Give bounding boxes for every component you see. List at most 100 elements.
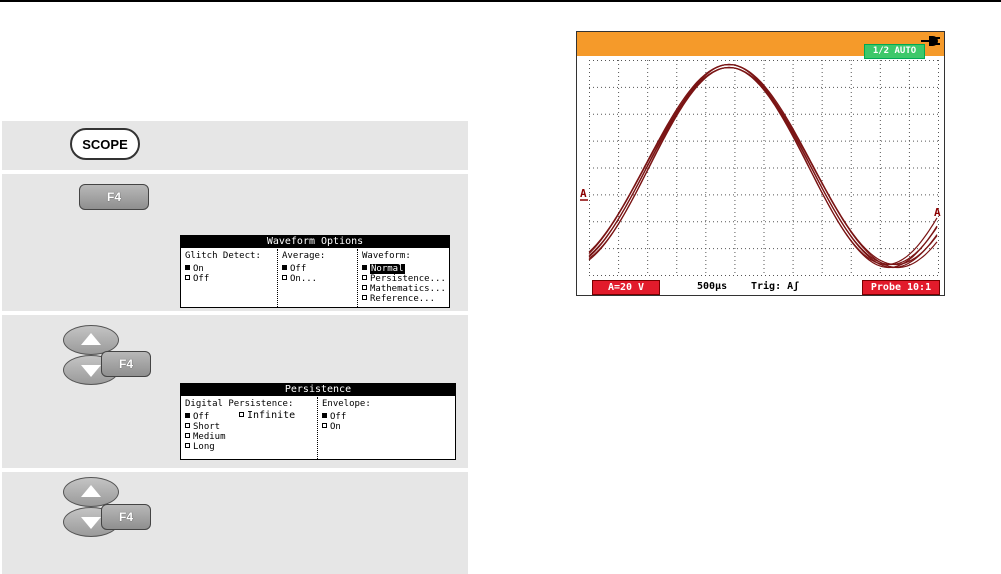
persistence-off-option[interactable]: Off [185, 412, 209, 422]
grid-dot [763, 212, 765, 213]
f4-button[interactable]: F4 [101, 504, 151, 530]
persistence-long-option[interactable]: Long [185, 442, 215, 452]
waveform-trace [588, 63, 938, 266]
envelope-off-option[interactable]: Off [322, 412, 451, 422]
grid-dot [676, 136, 678, 137]
grid-dot [618, 156, 620, 157]
grid-dot [777, 167, 778, 169]
grid-dot [821, 152, 823, 153]
grid-dot [734, 176, 736, 177]
grid-dot [792, 120, 794, 121]
grid-dot [908, 124, 910, 125]
grid-dot [645, 275, 646, 276]
grid-dot [705, 120, 707, 121]
persistence-infinite-option[interactable]: Infinite [239, 411, 295, 421]
grid-dot [689, 248, 690, 250]
top-rule [0, 0, 1001, 2]
average-off-option[interactable]: Off [282, 264, 353, 274]
grid-dot [734, 112, 736, 113]
unselected-marker-icon [185, 423, 190, 428]
grid-dot [589, 96, 590, 97]
waveform-persistence-option[interactable]: Persistence... [362, 274, 446, 284]
grid-dot [933, 248, 934, 250]
grid-dot [665, 140, 666, 142]
grid-dot [789, 60, 790, 61]
grid-dot [757, 140, 758, 142]
grid-dot [821, 260, 823, 261]
grid-dot [589, 196, 590, 197]
grid-dot [821, 180, 823, 181]
grid-dot [938, 116, 939, 117]
grid-dot [705, 144, 707, 145]
grid-dot [729, 140, 730, 142]
grid-dot [689, 221, 690, 223]
grid-dot [821, 72, 823, 73]
grid-dot [929, 86, 930, 88]
grid-dot [676, 172, 678, 173]
grid-dot [773, 248, 774, 250]
grid-dot [734, 84, 736, 85]
grid-dot [689, 275, 690, 276]
grid-dot [861, 86, 862, 88]
grid-dot [879, 176, 881, 177]
grid-dot [676, 68, 678, 69]
grid-dot [633, 248, 634, 250]
grid-dot [850, 128, 852, 129]
grid-dot [669, 221, 670, 223]
f4-button[interactable]: F4 [79, 184, 149, 210]
grid-dot [693, 140, 694, 142]
grid-dot [649, 275, 650, 276]
average-on-option[interactable]: On... [282, 274, 353, 284]
grid-dot [717, 86, 718, 88]
envelope-on-option[interactable]: On [322, 422, 451, 432]
grid-dot [841, 194, 842, 196]
up-arrow-button[interactable] [63, 477, 119, 507]
persistence-menu: Persistence Digital Persistence: Off Sho… [180, 383, 456, 460]
grid-dot [733, 167, 734, 169]
grid-dot [850, 72, 852, 73]
scope-button[interactable]: SCOPE [70, 128, 140, 160]
persistence-medium-option[interactable]: Medium [185, 432, 226, 442]
waveform-mathematics-option[interactable]: Mathematics... [362, 284, 446, 294]
grid-dot [589, 108, 590, 109]
grid-dot [763, 68, 765, 69]
waveform-normal-option[interactable]: Normal [362, 264, 445, 274]
grid-dot [647, 68, 649, 69]
grid-dot [908, 236, 910, 237]
grid-dot [681, 275, 682, 276]
grid-dot [821, 236, 823, 237]
grid-dot [693, 60, 694, 61]
step-4-row: F4 [2, 472, 468, 574]
grid-dot [792, 252, 794, 253]
grid-dot [677, 221, 678, 223]
grid-dot [905, 194, 906, 196]
grid-dot [837, 113, 838, 115]
grid-dot [801, 221, 802, 223]
grid-dot [792, 72, 794, 73]
grid-dot [609, 167, 610, 169]
grid-dot [850, 212, 852, 213]
grid-dot [869, 140, 870, 142]
grid-dot [734, 80, 736, 81]
grid-dot [850, 156, 852, 157]
grid-dot [879, 72, 881, 73]
grid-dot [913, 248, 914, 250]
grid-dot [938, 268, 939, 269]
persistence-short-option[interactable]: Short [185, 422, 220, 432]
grid-dot [741, 275, 742, 276]
waveform-reference-option[interactable]: Reference... [362, 294, 445, 304]
grid-dot [589, 194, 590, 196]
grid-dot [734, 136, 736, 137]
grid-dot [734, 228, 736, 229]
grid-dot [781, 194, 782, 196]
grid-dot [721, 86, 722, 88]
f4-button[interactable]: F4 [101, 351, 151, 377]
channel-a-right-marker: A [934, 206, 941, 219]
grid-dot [609, 221, 610, 223]
grid-dot [757, 275, 758, 276]
grid-dot [921, 167, 922, 169]
grid-dot [849, 140, 850, 142]
glitch-off-option[interactable]: Off [185, 274, 273, 284]
grid-dot [745, 248, 746, 250]
glitch-on-option[interactable]: On [185, 264, 273, 274]
